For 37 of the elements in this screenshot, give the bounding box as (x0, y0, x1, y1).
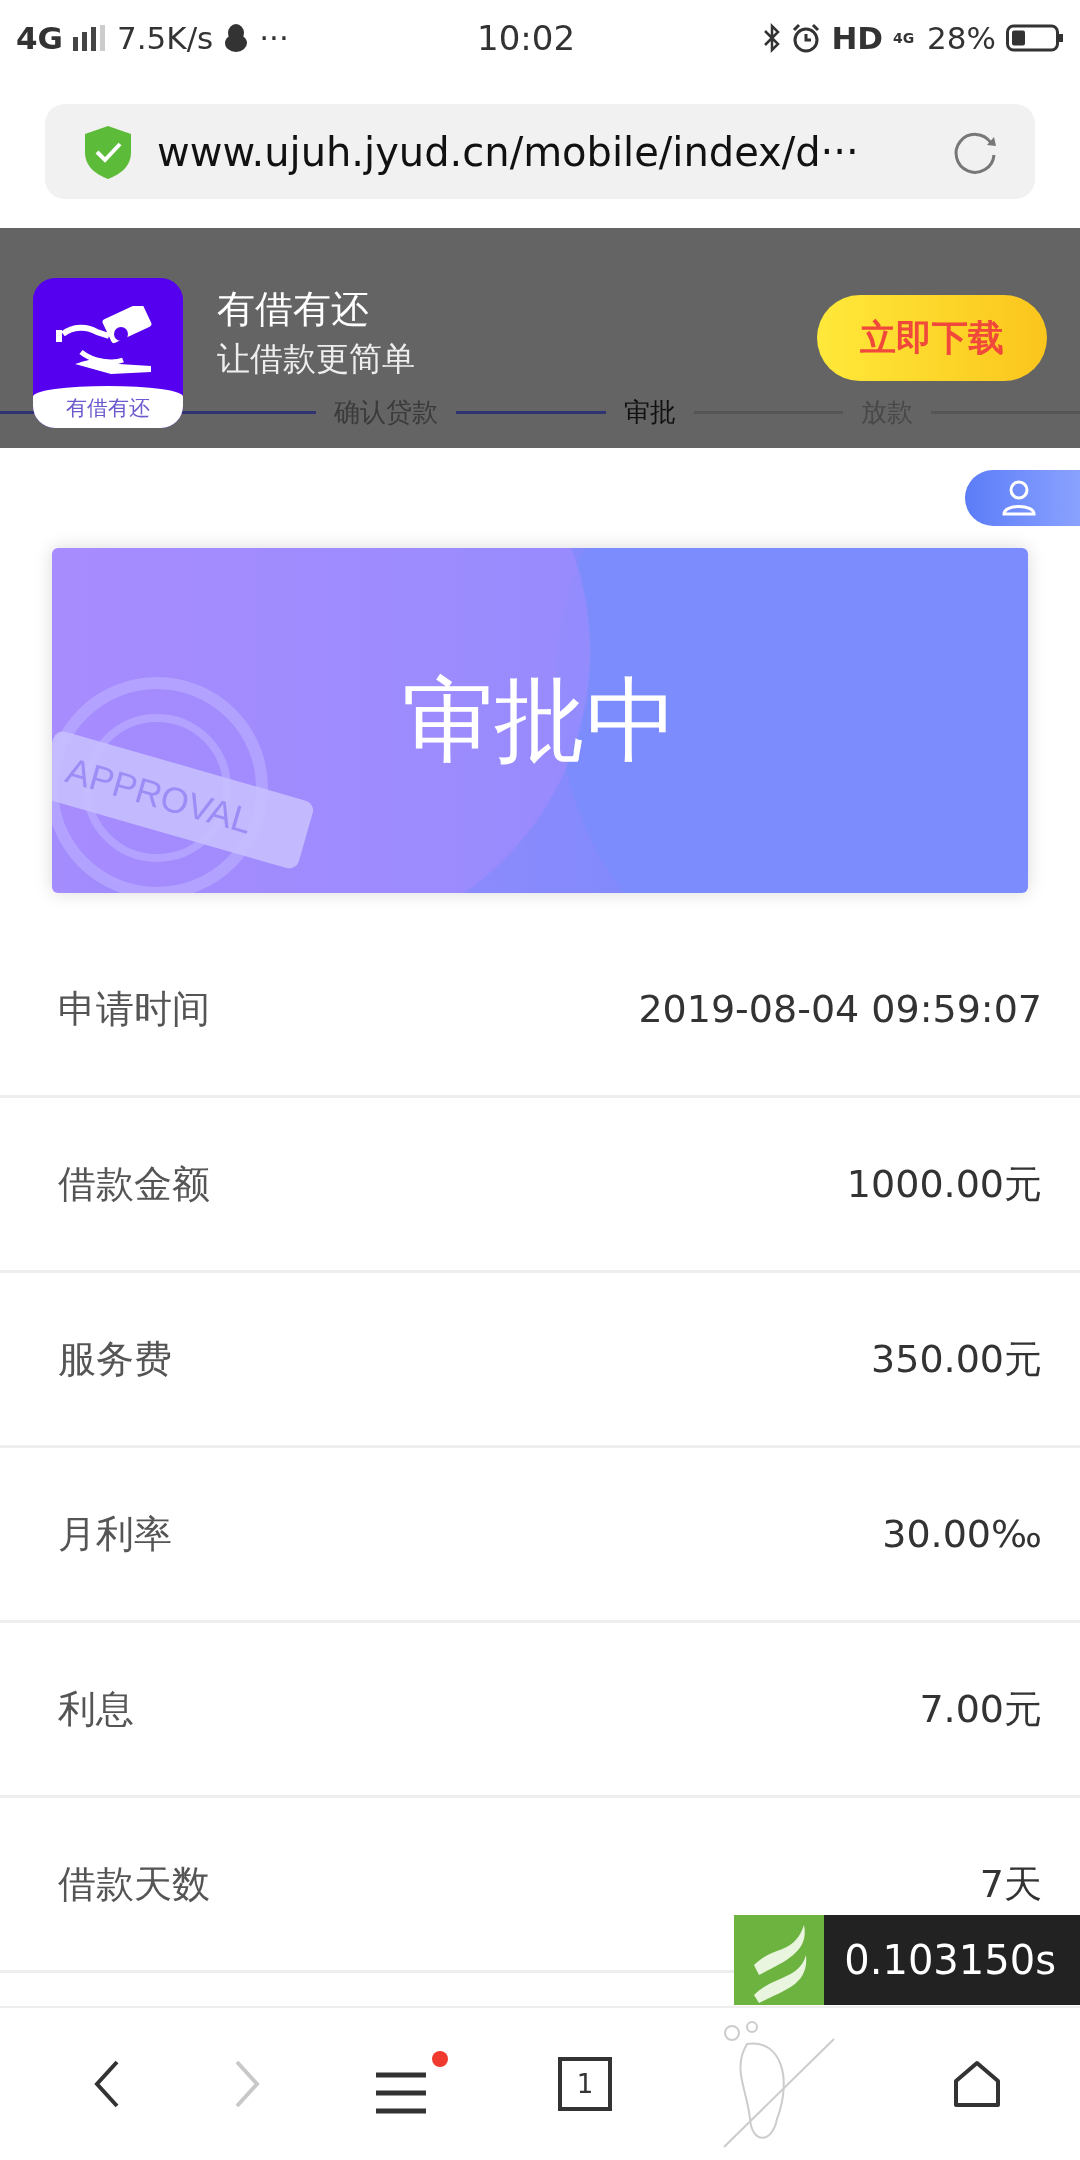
detail-label: 服务费 (58, 1335, 172, 1383)
detail-value: 7.00元 (919, 1685, 1042, 1733)
address-bar[interactable]: www.ujuh.jyud.cn/mobile/index/d··· (45, 104, 1035, 199)
network-type: 4G (16, 19, 63, 56)
network-speed: 7.5K/s (117, 19, 214, 56)
home-icon[interactable] (952, 2059, 1002, 2109)
clock: 10:02 (477, 17, 576, 58)
detail-value: 1000.00元 (846, 1160, 1042, 1208)
icon-caption: 有借有还 (33, 386, 183, 428)
battery-icon (1006, 23, 1064, 52)
shield-check-icon (83, 123, 133, 180)
person-icon (1001, 479, 1037, 517)
network-small: 4G (893, 30, 916, 45)
detail-label: 月利率 (58, 1510, 172, 1558)
flame-logo-icon (734, 1915, 825, 2005)
alarm-icon (791, 22, 822, 53)
load-time: 0.103150s (824, 1915, 1080, 2005)
bluetooth-icon (763, 22, 782, 53)
detail-label: 利息 (58, 1685, 134, 1733)
detail-value: 7天 (979, 1860, 1042, 1908)
status-title: 审批中 (402, 665, 678, 776)
detail-label: 借款天数 (58, 1860, 210, 1908)
step-label: 审批 (623, 396, 676, 429)
detail-value: 350.00元 (871, 1335, 1042, 1383)
detail-value: 2019-08-04 09:59:07 (638, 987, 1042, 1031)
battery-percent: 28% (927, 19, 996, 56)
hd-indicator: HD (831, 19, 884, 56)
tabs-button[interactable]: 1 (558, 2057, 612, 2111)
profile-button[interactable] (965, 470, 1080, 526)
detail-label: 借款金额 (58, 1160, 210, 1208)
more-notifications: ··· (259, 19, 289, 56)
app-slogan: 让借款更简单 (217, 338, 416, 380)
app-name: 有借有还 (217, 286, 370, 333)
detail-label: 申请时间 (58, 985, 210, 1033)
signal-icon (73, 24, 107, 51)
url-text: www.ujuh.jyud.cn/mobile/index/d··· (157, 128, 860, 175)
detail-value: 30.00‰ (882, 1512, 1042, 1556)
